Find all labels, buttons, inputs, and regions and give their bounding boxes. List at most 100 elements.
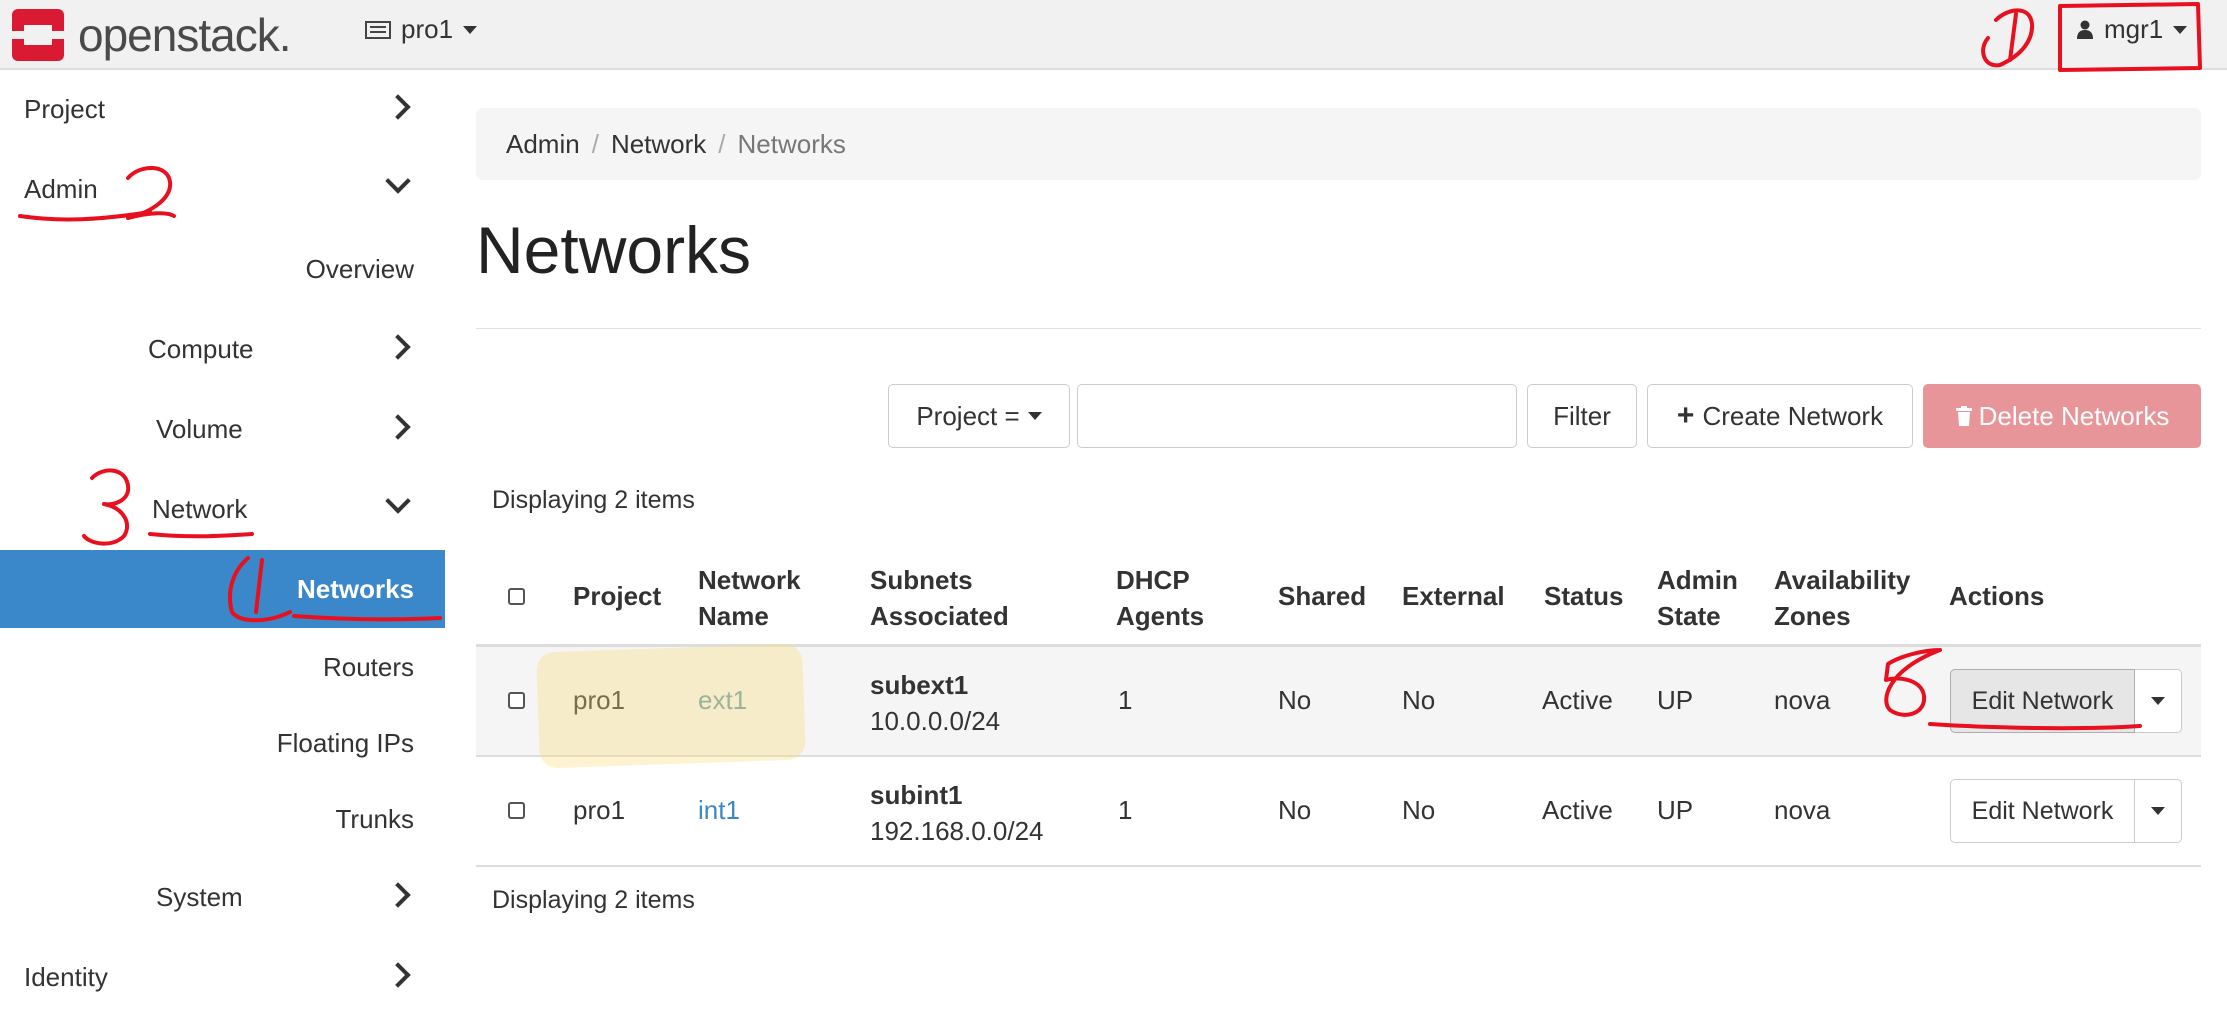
chevron-down-icon <box>385 488 411 514</box>
caret-down-icon <box>2173 25 2188 34</box>
openstack-logo-icon <box>12 9 64 61</box>
project-switcher[interactable]: pro1 <box>365 14 478 45</box>
chevron-right-icon <box>385 882 411 908</box>
highlight-marker <box>536 643 806 769</box>
chevron-right-icon <box>385 962 411 988</box>
network-name-link[interactable]: int1 <box>698 795 740 826</box>
select-all-checkbox[interactable] <box>508 588 525 605</box>
user-icon <box>2077 20 2093 39</box>
header-network-name[interactable]: Network Name <box>698 562 801 634</box>
sidebar-item-trunks[interactable]: Trunks <box>0 780 445 858</box>
cell-subnets: subext1 10.0.0.0/24 <box>870 667 1000 739</box>
cell-dhcp-agents: 1 <box>1118 685 1133 715</box>
sidebar-item-overview[interactable]: Overview <box>0 230 445 308</box>
header-availability-zones[interactable]: Availability Zones <box>1774 562 1910 634</box>
breadcrumb-item-admin[interactable]: Admin <box>506 129 580 160</box>
filter-field-dropdown[interactable]: Project = <box>888 384 1070 448</box>
sidebar-item-label: Project <box>24 94 105 124</box>
edit-network-button[interactable]: Edit Network <box>1950 669 2135 733</box>
brand-text: openstack. <box>78 9 291 61</box>
header-subnets-associated[interactable]: Subnets Associated <box>870 562 1009 634</box>
cell-shared: No <box>1278 685 1312 715</box>
chevron-right-icon <box>385 334 411 360</box>
cell-status: Active <box>1542 795 1613 825</box>
subnet-name: subint1 <box>870 780 963 810</box>
subnet-name: subext1 <box>870 670 969 700</box>
sidebar-item-routers[interactable]: Routers <box>0 628 445 706</box>
caret-down-icon <box>2151 697 2165 705</box>
sidebar-item-project[interactable]: Project <box>0 70 445 148</box>
server-icon <box>365 20 391 39</box>
sidebar: Project Admin Overview Compute Volume Ne… <box>0 70 445 1015</box>
row-checkbox[interactable] <box>508 692 525 709</box>
row-actions: Edit Network <box>1950 669 2182 733</box>
top-navbar: openstack. pro1 mgr1 <box>0 0 2227 70</box>
openstack-logo[interactable]: openstack. <box>12 8 291 62</box>
cell-project: pro1 <box>573 795 626 825</box>
chevron-right-icon <box>385 414 411 440</box>
header-project[interactable]: Project <box>573 581 661 612</box>
header-status[interactable]: Status <box>1544 581 1623 612</box>
sidebar-item-networks[interactable]: Networks <box>0 550 445 628</box>
project-switcher-label: pro1 <box>401 14 454 44</box>
trash-icon <box>1955 406 1972 426</box>
breadcrumb-separator: / <box>718 128 726 159</box>
sidebar-item-label: Identity <box>24 962 108 992</box>
table-header: Project Network Name Subnets Associated DH… <box>476 548 2201 647</box>
cell-availability-zone: nova <box>1774 795 1831 825</box>
actions-dropdown-toggle[interactable] <box>2135 779 2182 843</box>
user-menu-label: mgr1 <box>2104 14 2164 44</box>
page-title: Networks <box>476 213 752 287</box>
sidebar-item-label: Floating IPs <box>276 728 414 758</box>
create-network-label: Create Network <box>1702 400 1884 431</box>
filter-input[interactable] <box>1077 384 1517 448</box>
cell-external: No <box>1402 685 1436 715</box>
edit-network-button[interactable]: Edit Network <box>1950 779 2135 843</box>
item-count-bottom: Displaying 2 items <box>492 886 695 914</box>
cell-external: No <box>1402 795 1436 825</box>
sidebar-item-identity[interactable]: Identity <box>0 938 445 1016</box>
sidebar-item-system[interactable]: System <box>0 858 445 936</box>
sidebar-item-label: Admin <box>24 174 98 204</box>
header-actions: Actions <box>1949 581 2045 611</box>
sidebar-item-label: Volume <box>156 414 243 444</box>
breadcrumb: Admin / Network / Networks <box>476 108 2201 180</box>
caret-down-icon <box>463 25 478 34</box>
filter-field-label: Project = <box>916 400 1020 431</box>
breadcrumb-item-networks: Networks <box>737 128 846 159</box>
subnet-cidr: 10.0.0.0/24 <box>870 706 1001 736</box>
delete-networks-button[interactable]: Delete Networks <box>1923 384 2201 448</box>
sidebar-item-label: Networks <box>296 574 414 604</box>
header-dhcp-agents[interactable]: DHCP Agents <box>1116 562 1204 634</box>
sidebar-item-label: Routers <box>322 652 414 682</box>
filter-button[interactable]: Filter <box>1527 384 1637 448</box>
sidebar-item-compute[interactable]: Compute <box>0 310 445 388</box>
chevron-down-icon <box>385 168 411 194</box>
row-actions: Edit Network <box>1950 779 2182 843</box>
row-checkbox[interactable] <box>508 802 525 819</box>
cell-admin-state: UP <box>1657 685 1694 715</box>
actions-dropdown-toggle[interactable] <box>2135 669 2182 733</box>
cell-shared: No <box>1278 795 1312 825</box>
header-shared[interactable]: Shared <box>1278 581 1366 612</box>
user-menu[interactable]: mgr1 <box>2076 14 2188 45</box>
subnet-cidr: 192.168.0.0/24 <box>870 816 1044 846</box>
sidebar-item-floating-ips[interactable]: Floating IPs <box>0 704 445 782</box>
header-admin-state[interactable]: Admin State <box>1657 562 1738 634</box>
sidebar-item-label: System <box>156 882 243 912</box>
cell-availability-zone: nova <box>1774 685 1831 715</box>
breadcrumb-item-network[interactable]: Network <box>611 129 706 160</box>
cell-dhcp-agents: 1 <box>1118 795 1133 825</box>
divider <box>476 328 2201 329</box>
cell-admin-state: UP <box>1657 795 1694 825</box>
table-row: pro1 int1 subint1 192.168.0.0/24 1 No No… <box>476 757 2201 867</box>
sidebar-item-network[interactable]: Network <box>0 470 445 548</box>
sidebar-item-label: Trunks <box>335 804 415 834</box>
header-external[interactable]: External <box>1402 581 1505 612</box>
sidebar-item-volume[interactable]: Volume <box>0 390 445 468</box>
caret-down-icon <box>1027 412 1042 420</box>
cell-status: Active <box>1542 685 1613 715</box>
sidebar-item-admin[interactable]: Admin <box>0 150 445 228</box>
create-network-button[interactable]: + Create Network <box>1647 384 1913 448</box>
sidebar-item-label: Compute <box>148 334 254 364</box>
